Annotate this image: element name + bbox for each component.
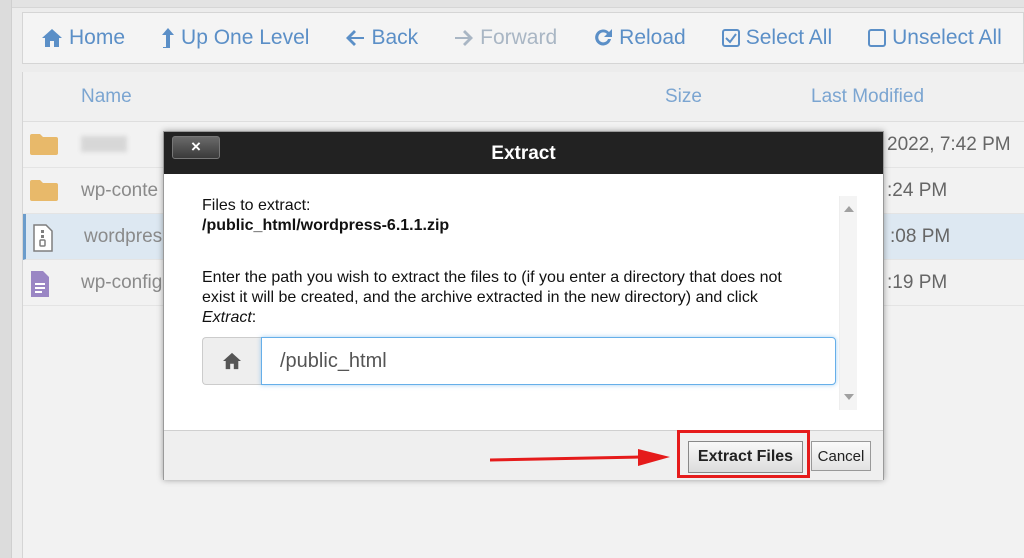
dialog-title-bar: Extract × — [164, 132, 883, 174]
unselect-all-button[interactable]: Unselect All — [868, 26, 1002, 50]
instructions: Enter the path you wish to extract the f… — [202, 268, 812, 328]
home-icon — [42, 29, 62, 47]
arrow-left-icon — [346, 30, 365, 46]
folder-icon — [30, 134, 58, 155]
select-all-label: Select All — [745, 26, 833, 49]
toolbar: Home Up One Level Back Forward Reload Se… — [22, 12, 1024, 64]
column-headers: Name Size Last Modified — [23, 72, 1024, 122]
home-icon — [223, 352, 241, 370]
reload-button[interactable]: Reload — [593, 26, 686, 50]
extract-files-button[interactable]: Extract Files — [688, 441, 803, 473]
up-one-level-button[interactable]: Up One Level — [161, 26, 309, 50]
extract-path-input[interactable] — [261, 337, 836, 385]
dialog-body: Files to extract: /public_html/wordpress… — [164, 174, 883, 430]
dialog-scrollbar[interactable] — [839, 196, 857, 410]
dialog-title: Extract — [491, 143, 556, 164]
top-edge — [12, 0, 1024, 8]
scroll-down-icon[interactable] — [844, 394, 854, 400]
left-panel-edge — [0, 0, 12, 558]
column-size[interactable]: Size — [665, 86, 702, 108]
file-modified: 2022, 7:42 PM — [887, 134, 1011, 155]
blurred-file-name — [81, 136, 127, 152]
arrow-right-icon — [455, 30, 474, 46]
files-to-extract-label: Files to extract: — [202, 197, 311, 214]
checkbox-empty-icon — [868, 29, 887, 47]
up-one-level-label: Up One Level — [181, 26, 310, 49]
back-label: Back — [371, 26, 419, 49]
file-modified: :08 PM — [890, 226, 951, 247]
home-addon — [202, 337, 261, 385]
instructions-emphasis: Extract — [202, 309, 252, 326]
file-path: /public_html/wordpress-6.1.1.zip — [202, 217, 450, 234]
back-button[interactable]: Back — [345, 26, 418, 50]
instructions-text: Enter the path you wish to extract the f… — [202, 269, 782, 306]
column-last-modified[interactable]: Last Modified — [811, 86, 924, 108]
cancel-button[interactable]: Cancel — [811, 441, 871, 471]
close-button[interactable]: × — [172, 136, 220, 159]
home-label: Home — [69, 26, 126, 49]
path-input-group — [202, 337, 836, 385]
reload-icon — [595, 29, 613, 46]
column-name[interactable]: Name — [81, 86, 132, 108]
forward-button[interactable]: Forward — [454, 26, 557, 50]
home-button[interactable]: Home — [41, 26, 125, 50]
unselect-all-label: Unselect All — [892, 26, 1002, 49]
extract-dialog: Extract × Files to extract: /public_html… — [163, 131, 884, 480]
file-modified: :24 PM — [887, 180, 948, 201]
checkbox-checked-icon — [721, 29, 740, 47]
red-arrow-annotation — [490, 449, 670, 466]
text-file-icon — [31, 271, 49, 297]
reload-label: Reload — [619, 26, 686, 49]
instructions-suffix: : — [251, 309, 257, 326]
folder-icon — [30, 180, 58, 201]
scroll-up-icon[interactable] — [844, 206, 854, 212]
file-name: wp-conte — [81, 180, 159, 201]
file-name: wp-config — [81, 272, 163, 293]
select-all-button[interactable]: Select All — [721, 26, 833, 50]
file-name: wordpres — [84, 226, 163, 247]
file-modified: :19 PM — [887, 272, 948, 293]
forward-label: Forward — [480, 26, 558, 49]
level-up-icon — [162, 28, 175, 48]
zip-file-icon — [33, 224, 53, 252]
